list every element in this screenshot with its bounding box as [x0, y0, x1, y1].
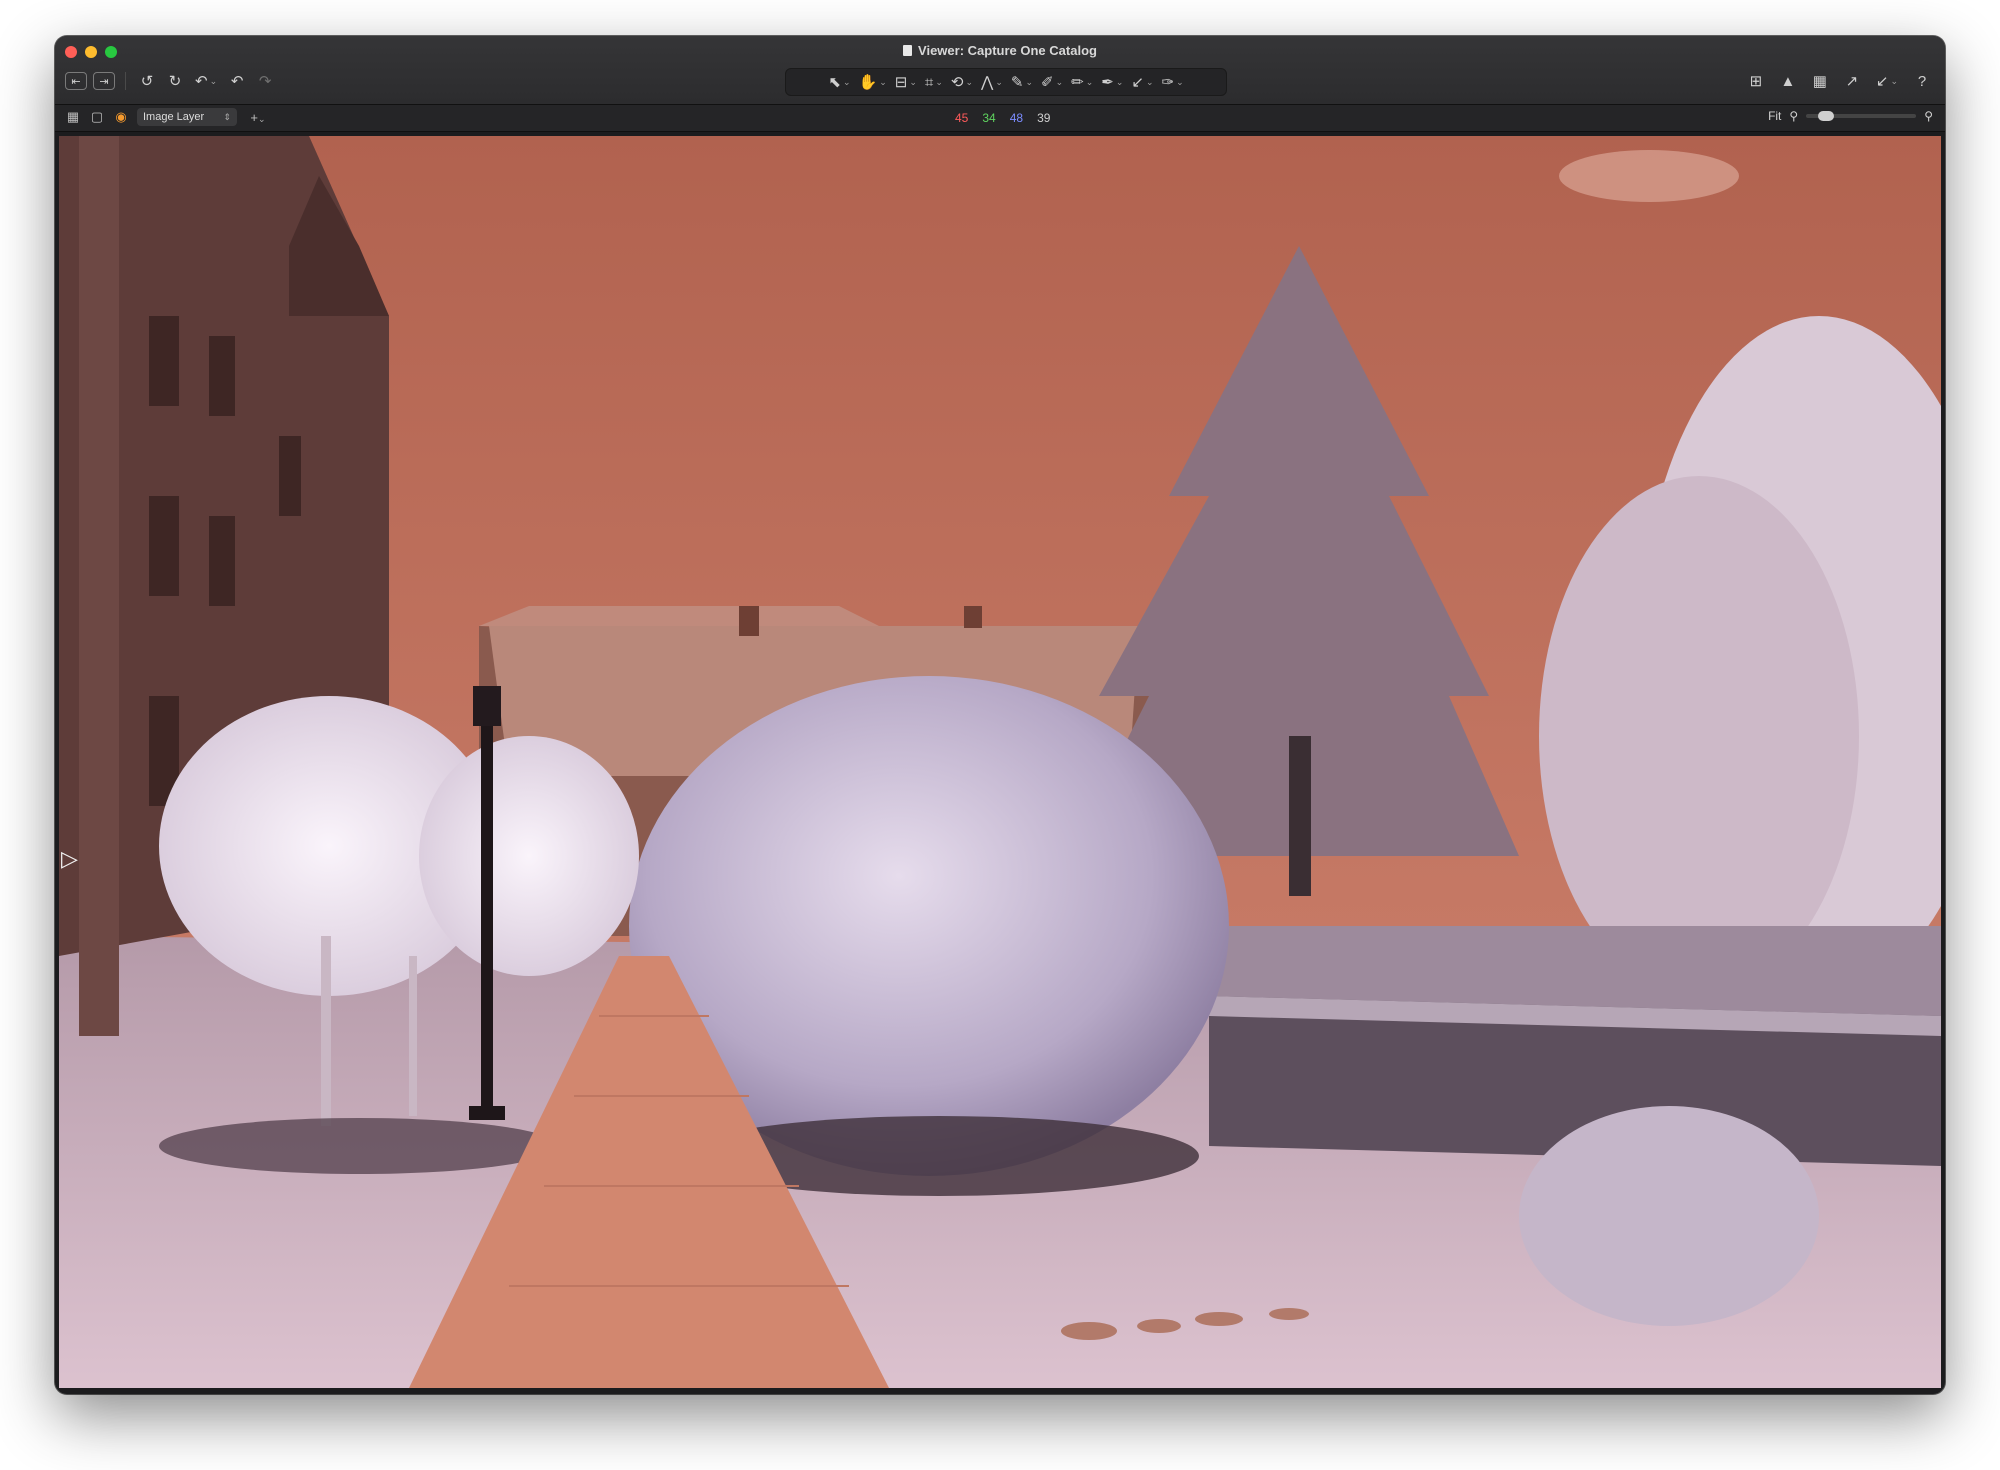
chevron-down-icon: ⌄: [1176, 76, 1184, 87]
chevron-down-icon: ⌄: [1145, 76, 1154, 87]
apply-adjustments-button[interactable]: ↙ ⌄: [1873, 70, 1901, 92]
color-picker-tool-icon: ✑: [1161, 74, 1175, 91]
document-icon: [903, 45, 913, 56]
add-layer-button[interactable]: +⌄: [245, 110, 271, 125]
reset-button[interactable]: ↶ ⌄: [192, 70, 220, 92]
chevron-down-icon: ⌄: [965, 76, 973, 87]
readout-red: 45: [955, 111, 969, 125]
zoom-fit-label[interactable]: Fit: [1768, 109, 1781, 123]
loupe-tool-icon: ⊟: [894, 74, 908, 91]
mask-view-icon[interactable]: ◉: [113, 109, 129, 125]
reset-icon: ↶: [195, 73, 208, 90]
apply-adjustments-icon: ↙: [1875, 73, 1889, 90]
title-toolbar: Viewer: Capture One Catalog ⇤ ⇥ ↺ ↻ ↶ ⌄ ↶…: [55, 36, 1945, 105]
undo-icon[interactable]: ↶: [226, 70, 248, 92]
help-icon[interactable]: ?: [1911, 70, 1933, 92]
toolbar-right: ⊞ ▲ ▦ ↗ ↙ ⌄ ?: [1745, 70, 1933, 92]
readout-luminance: 39: [1037, 111, 1051, 125]
chevron-down-icon: ⌄: [1890, 75, 1898, 86]
compare-icon[interactable]: ⊞: [1745, 70, 1767, 92]
chevron-down-icon: ⌄: [1115, 76, 1124, 87]
layer-select[interactable]: Image Layer ⇕: [137, 108, 237, 126]
app-window: Viewer: Capture One Catalog ⇤ ⇥ ↺ ↻ ↶ ⌄ ↶…: [55, 36, 1945, 1394]
chevron-down-icon: ⌄: [1025, 76, 1033, 87]
single-view-icon[interactable]: ▢: [89, 109, 105, 125]
readout-blue: 48: [1009, 111, 1024, 125]
infrared-garden-photo: [59, 136, 1941, 1388]
viewer-bar-left: ▦ ▢ ◉ Image Layer ⇕ +⌄: [65, 108, 271, 126]
previous-image-icon[interactable]: ⇤: [65, 72, 87, 90]
color-picker-tool[interactable]: ✑ ⌄: [1158, 71, 1186, 93]
select-tool-icon: ⬉: [828, 74, 841, 91]
chevron-down-icon: ⌄: [1085, 76, 1094, 87]
rotate-left-icon[interactable]: ↺: [136, 70, 158, 92]
layer-select-label: Image Layer: [143, 111, 205, 123]
chevron-down-icon: ⌄: [935, 76, 943, 87]
viewer-bar: ▦ ▢ ◉ Image Layer ⇕ +⌄ 45 34 48 39 Fit ⚲…: [55, 105, 1945, 132]
crop-tool-icon: ⌗: [924, 73, 934, 91]
zoom-out-icon[interactable]: ⚲: [1789, 109, 1798, 123]
toolbar-left: ⇤ ⇥ ↺ ↻ ↶ ⌄ ↶ ↷: [65, 70, 276, 92]
next-image-icon[interactable]: ⇥: [93, 72, 115, 90]
pan-tool[interactable]: ✋ ⌄: [856, 71, 890, 93]
add-icon: +: [250, 109, 259, 125]
select-tool[interactable]: ⬉ ⌄: [825, 71, 853, 93]
chevron-down-icon: ⌄: [1055, 76, 1064, 87]
spot-removal-tool-icon: ✎: [1010, 74, 1024, 91]
grid-icon[interactable]: ▦: [1809, 70, 1831, 92]
rotate-right-icon[interactable]: ↻: [164, 70, 186, 92]
exposure-warning-icon[interactable]: ▲: [1777, 70, 1799, 92]
loupe-tool[interactable]: ⊟ ⌄: [892, 71, 920, 93]
grid-view-icon[interactable]: ▦: [65, 109, 81, 125]
linear-gradient-tool[interactable]: ✒ ⌄: [1098, 71, 1126, 93]
pan-tool-icon: ✋: [858, 74, 878, 91]
toolbar-divider: [125, 72, 126, 90]
zoom-slider[interactable]: [1806, 111, 1917, 121]
draw-mask-tool[interactable]: ✐ ⌄: [1038, 71, 1066, 93]
stepper-icon: ⇕: [223, 111, 231, 122]
chevron-down-icon: ⌄: [995, 76, 1003, 87]
crop-tool[interactable]: ⌗ ⌄: [922, 71, 946, 93]
readout-green: 34: [982, 111, 996, 125]
rotate-tool[interactable]: ⟲ ⌄: [948, 71, 976, 93]
chevron-down-icon: ⌄: [879, 76, 887, 87]
radial-gradient-tool-icon: ↙: [1131, 74, 1144, 91]
linear-gradient-tool-icon: ✒: [1101, 74, 1114, 91]
color-readout: 45 34 48 39: [955, 111, 1050, 125]
cursor-tools: ⬉ ⌄ ✋ ⌄ ⊟ ⌄ ⌗ ⌄ ⟲ ⌄ ⋀ ⌄ ✎ ⌄ ✐ ⌄ ✏ ⌄ ✒ ⌄ ↙ ⌄ ✑ ⌄: [785, 68, 1227, 96]
chevron-down-icon: ⌄: [909, 76, 917, 87]
zoom-slider-thumb[interactable]: [1818, 111, 1835, 121]
redo-icon[interactable]: ↷: [254, 70, 276, 92]
erase-mask-tool[interactable]: ✏ ⌄: [1068, 71, 1096, 93]
copy-adjustments-icon[interactable]: ↗: [1841, 70, 1863, 92]
zoom-in-icon[interactable]: ⚲: [1924, 109, 1933, 123]
chevron-down-icon: ⌄: [842, 76, 851, 87]
rotate-tool-icon: ⟲: [950, 74, 964, 91]
erase-mask-tool-icon: ✏: [1071, 74, 1084, 91]
chevron-down-icon: ⌄: [209, 75, 218, 86]
draw-mask-tool-icon: ✐: [1040, 74, 1054, 91]
chevron-down-icon: ⌄: [258, 113, 266, 124]
zoom-controls: Fit ⚲ ⚲: [1768, 109, 1933, 123]
show-tools-arrow-icon[interactable]: ▷: [61, 846, 78, 872]
window-title: Viewer: Capture One Catalog: [55, 43, 1945, 58]
spot-removal-tool[interactable]: ✎ ⌄: [1008, 71, 1036, 93]
radial-gradient-tool[interactable]: ↙ ⌄: [1128, 71, 1156, 93]
image-viewer[interactable]: ▷: [59, 136, 1941, 1388]
keystone-tool[interactable]: ⋀ ⌄: [978, 71, 1006, 93]
window-title-text: Viewer: Capture One Catalog: [918, 43, 1097, 58]
keystone-tool-icon: ⋀: [981, 74, 994, 91]
